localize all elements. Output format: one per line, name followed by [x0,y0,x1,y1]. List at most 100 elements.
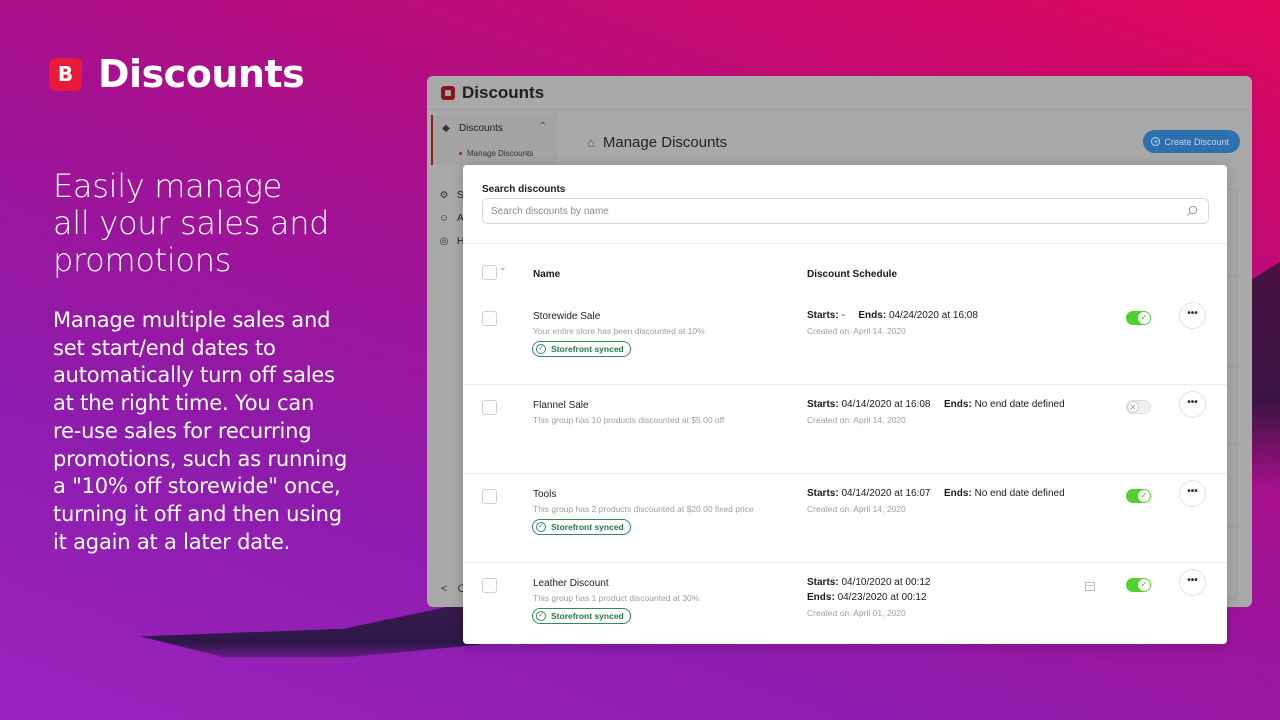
enabled-toggle[interactable]: ✓ [1126,311,1151,325]
headline-line: Easily manage [53,167,283,205]
check-circle-icon: ✓ [536,611,546,621]
body-line: set start/end dates to [53,335,276,360]
discount-name[interactable]: Leather Discount [533,578,609,589]
row-checkbox[interactable] [482,400,497,415]
starts-label: Starts: [807,310,839,321]
brand-header: B Discounts [49,52,305,96]
headline: Easily manage all your sales and promoti… [53,168,393,279]
app-title: Discounts [462,82,545,102]
x-icon: ✕ [1127,401,1139,413]
schedule-line: Starts: 04/14/2020 at 16:07 Ends: No end… [807,488,1065,499]
schedule-ends-line: Ends: 04/23/2020 at 00:12 [807,592,927,603]
tag-icon: ◆ [442,123,450,134]
more-actions-button[interactable]: ••• [1179,480,1206,507]
more-actions-button[interactable]: ••• [1179,391,1206,418]
column-header-name[interactable]: Name [533,269,560,280]
created-date: Created on: April 01, 2020 [807,608,906,618]
discount-description: Your entire store has been discounted at… [533,326,705,336]
sidebar-sub-label: Manage Discounts [467,149,534,158]
app-logo-icon [441,85,455,100]
discount-name[interactable]: Tools [533,489,556,500]
sidebar-item-manage-discounts[interactable]: Manage Discounts [459,149,533,158]
body-line: promotions, such as running [53,446,348,471]
sidebar-collapse-button[interactable]: < C [441,583,465,595]
storefront-synced-badge: ✓ Storefront synced [532,519,631,535]
sidebar-group-label: Discounts [459,123,503,134]
starts-value: 04/10/2020 at 00:12 [841,577,931,588]
app-header: Discounts [427,76,1252,110]
sidebar-item-help[interactable]: ◎ H [439,236,465,247]
row-checkbox[interactable] [482,311,497,326]
ends-label: Ends: [944,399,972,410]
gear-icon: ⚙ [439,190,449,201]
body-line: at the right time. You can [53,391,315,416]
headline-line: promotions [53,241,232,279]
schedule-starts-line: Starts: 04/10/2020 at 00:12 [807,577,930,588]
column-header-schedule[interactable]: Discount Schedule [807,269,897,280]
storefront-synced-badge: ✓ Storefront synced [532,341,631,357]
check-icon: ✓ [1138,490,1150,502]
sidebar-group-discounts[interactable]: ◆ Discounts ⌃ Manage Discounts [431,115,555,165]
starts-label: Starts: [807,577,839,588]
search-input[interactable] [491,205,1186,217]
body-line: re-use sales for recurring [53,418,312,443]
body-line: turning it off and then using [53,501,342,526]
ends-label: Ends: [944,488,972,499]
starts-value: - [841,310,845,321]
create-discount-button[interactable]: + Create Discount [1143,130,1240,153]
row-checkbox[interactable] [482,489,497,504]
ends-value: 04/23/2020 at 00:12 [837,592,927,603]
chevron-left-icon: < [441,583,448,595]
created-date: Created on: April 14, 2020 [807,415,906,425]
discount-description: This group has 1 product discounted at 3… [533,593,700,603]
ends-value: 04/24/2020 at 16:08 [888,310,978,321]
table-row: Storewide Sale Your entire store has bee… [463,296,1227,385]
search-label: Search discounts [482,184,566,195]
discount-description: This group has 10 products discounted at… [533,415,725,425]
discount-description: This group has 2 products discounted at … [533,504,754,514]
starts-label: Starts: [807,399,839,410]
chevron-down-icon[interactable]: ⌄ [499,262,507,273]
user-icon: ☺ [439,213,450,224]
check-circle-icon: ✓ [536,344,546,354]
badge-label: Storefront synced [551,344,624,354]
check-icon: ✓ [1138,312,1150,324]
more-actions-button[interactable]: ••• [1179,569,1206,596]
body-line: a "10% off storewide" once, [53,474,341,499]
more-actions-button[interactable]: ••• [1179,302,1206,329]
badge-label: Storefront synced [551,611,624,621]
page-header: ⌂ Manage Discounts [587,134,727,151]
search-box[interactable] [482,198,1209,224]
body-line: Manage multiple sales and [53,308,331,332]
sidebar-item-settings[interactable]: ⚙ S [439,190,464,201]
badge-label: Storefront synced [551,522,624,532]
headline-line: all your sales and [53,204,330,242]
created-date: Created on: April 14, 2020 [807,504,906,514]
body-copy: Manage multiple sales and set start/end … [53,307,383,556]
starts-label: Starts: [807,488,839,499]
enabled-toggle[interactable]: ✕ [1126,400,1151,414]
background-shadow-shape [140,600,480,658]
schedule-line: Starts: - Ends: 04/24/2020 at 16:08 [807,310,978,321]
select-all-checkbox[interactable] [482,265,497,280]
discount-name[interactable]: Storewide Sale [533,311,600,322]
calendar-icon [1085,582,1095,591]
ends-value: No end date defined [974,399,1065,410]
table-row: Flannel Sale This group has 10 products … [463,385,1227,474]
chevron-up-icon[interactable]: ⌃ [539,121,547,132]
enabled-toggle[interactable]: ✓ [1126,578,1151,592]
brand-name: Discounts [98,52,305,96]
sidebar-item-account[interactable]: ☺ A [439,213,464,224]
body-line: automatically turn off sales [53,363,335,388]
discount-name[interactable]: Flannel Sale [533,400,589,411]
check-icon: ✓ [1138,579,1150,591]
home-icon[interactable]: ⌂ [587,135,595,150]
ends-label: Ends: [807,592,835,603]
plus-circle-icon: + [1151,137,1161,146]
table-row: Tools This group has 2 products discount… [463,474,1227,563]
search-icon[interactable] [1186,205,1198,217]
search-section: Search discounts [463,165,1227,244]
row-checkbox[interactable] [482,578,497,593]
create-discount-label: Create Discount [1164,136,1229,147]
enabled-toggle[interactable]: ✓ [1126,489,1151,503]
